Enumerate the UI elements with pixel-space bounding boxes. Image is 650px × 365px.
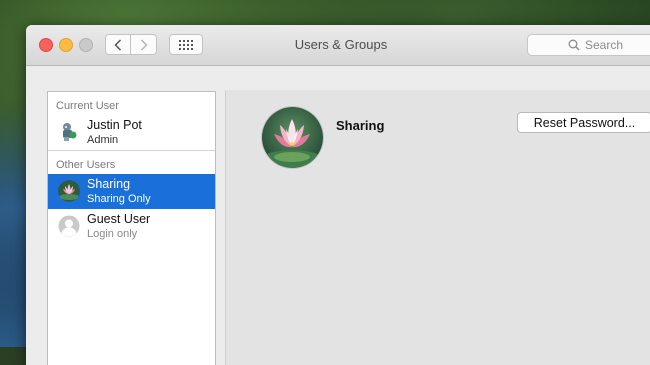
reset-password-button[interactable]: Reset Password... — [517, 112, 650, 133]
user-picture[interactable] — [262, 107, 323, 168]
search-placeholder: Search — [585, 38, 624, 52]
current-user-heading: Current User — [56, 100, 119, 112]
user-item-guest-user[interactable]: Guest User Login only — [48, 209, 215, 244]
user-item-sharing[interactable]: Sharing Sharing Only — [48, 174, 215, 209]
justin-pot-name: Justin Pot — [87, 118, 142, 132]
guest-user-icon — [58, 215, 80, 237]
user-detail-pane: Sharing Reset Password... — [225, 90, 650, 365]
sharing-user-role: Sharing Only — [87, 193, 151, 205]
guest-user-name: Guest User — [87, 212, 151, 226]
users-sidebar: Current User Justin Pot Admin Other User… — [47, 91, 216, 365]
selected-user-name: Sharing — [336, 118, 385, 133]
guest-user-role: Login only — [87, 228, 138, 240]
sharing-user-name: Sharing — [87, 177, 131, 191]
user-item-justin-pot[interactable]: Justin Pot Admin — [48, 115, 215, 150]
justin-pot-role: Admin — [87, 134, 119, 146]
users-groups-window: Users & Groups Search Current User Justi… — [26, 25, 650, 365]
title-bar: Users & Groups Search — [26, 25, 650, 66]
search-icon — [568, 39, 580, 51]
other-users-heading: Other Users — [56, 159, 116, 171]
search-field[interactable]: Search — [527, 34, 650, 56]
sharing-avatar — [58, 180, 80, 202]
justin-pot-avatar — [58, 121, 80, 143]
